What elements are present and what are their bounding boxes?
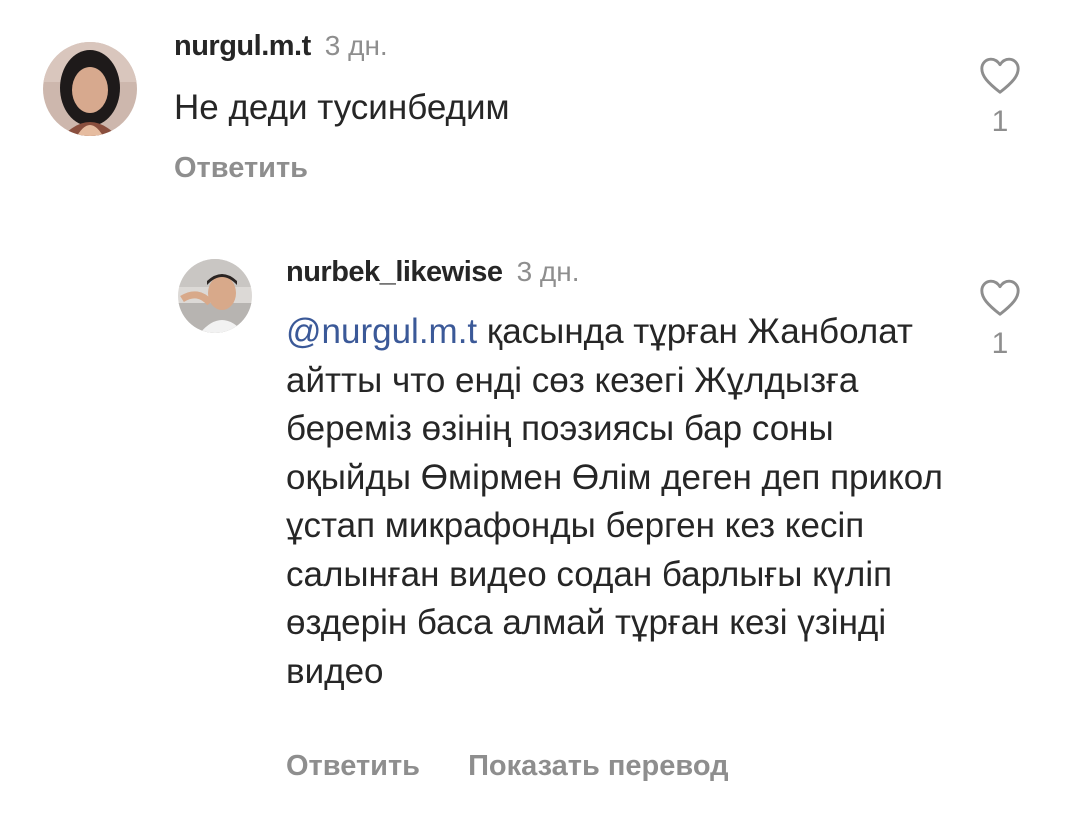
reply-button[interactable]: Ответить [174,152,308,184]
comment-body: Не деди тусинбедим [174,88,510,127]
comment-text: @nurgul.m.t қасында тұрған Жанболат айтт… [286,308,966,696]
like-count: 1 [991,327,1009,360]
heart-outline-icon[interactable] [978,277,1022,317]
comment-actions: Ответить Показать перевод [286,750,729,783]
comment-text: Не деди тусинбедим [174,84,934,133]
comment-header: nurbek_likewise 3 дн. [286,256,580,289]
like-button[interactable]: 1 [970,55,1030,139]
comment-actions: Ответить [174,152,308,185]
username[interactable]: nurgul.m.t [174,30,311,62]
avatar[interactable] [178,259,252,333]
reply-button[interactable]: Ответить [286,750,420,782]
heart-outline-icon[interactable] [978,55,1022,95]
avatar[interactable] [43,42,137,136]
like-button[interactable]: 1 [970,277,1030,361]
timestamp: 3 дн. [324,30,388,61]
like-count: 1 [991,105,1009,138]
comment-header: nurgul.m.t 3 дн. [174,30,388,63]
comment-nurgul: nurgul.m.t 3 дн. Не деди тусинбедим Ответ… [0,0,1080,200]
comment-nurbek: nurbek_likewise 3 дн. @nurgul.m.t қасында… [0,240,1080,815]
comment-body: қасында тұрған Жанболат айтты что енді с… [286,312,943,691]
timestamp: 3 дн. [516,256,580,287]
mention-link[interactable]: @nurgul.m.t [286,312,477,351]
show-translation-button[interactable]: Показать перевод [468,750,728,782]
username[interactable]: nurbek_likewise [286,256,503,288]
